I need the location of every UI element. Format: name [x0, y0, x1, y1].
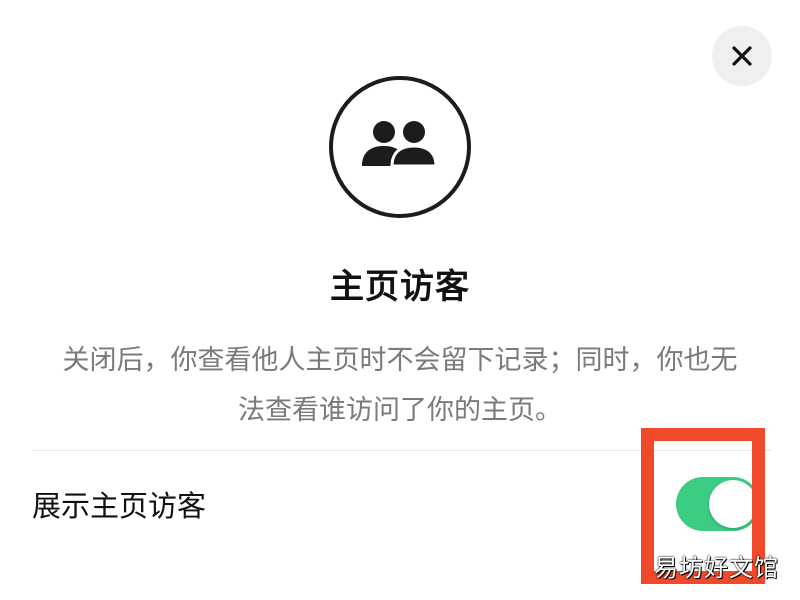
close-button[interactable]: [712, 26, 772, 86]
description-text: 关闭后，你查看他人主页时不会留下记录；同时，你也无 法查看谁访问了你的主页。: [30, 336, 770, 436]
close-icon: [730, 44, 754, 68]
page-title: 主页访客: [330, 267, 470, 307]
hero-icon-circle: [329, 76, 471, 218]
watermark-text: 易坊好文馆: [654, 554, 779, 582]
visitor-settings-sheet: 主页访客 关闭后，你查看他人主页时不会留下记录；同时，你也无 法查看谁访问了你的…: [0, 0, 800, 600]
show-visitors-label: 展示主页访客: [32, 489, 207, 523]
users-icon: [362, 120, 438, 174]
description-line: 关闭后，你查看他人主页时不会留下记录；同时，你也无: [62, 345, 738, 376]
